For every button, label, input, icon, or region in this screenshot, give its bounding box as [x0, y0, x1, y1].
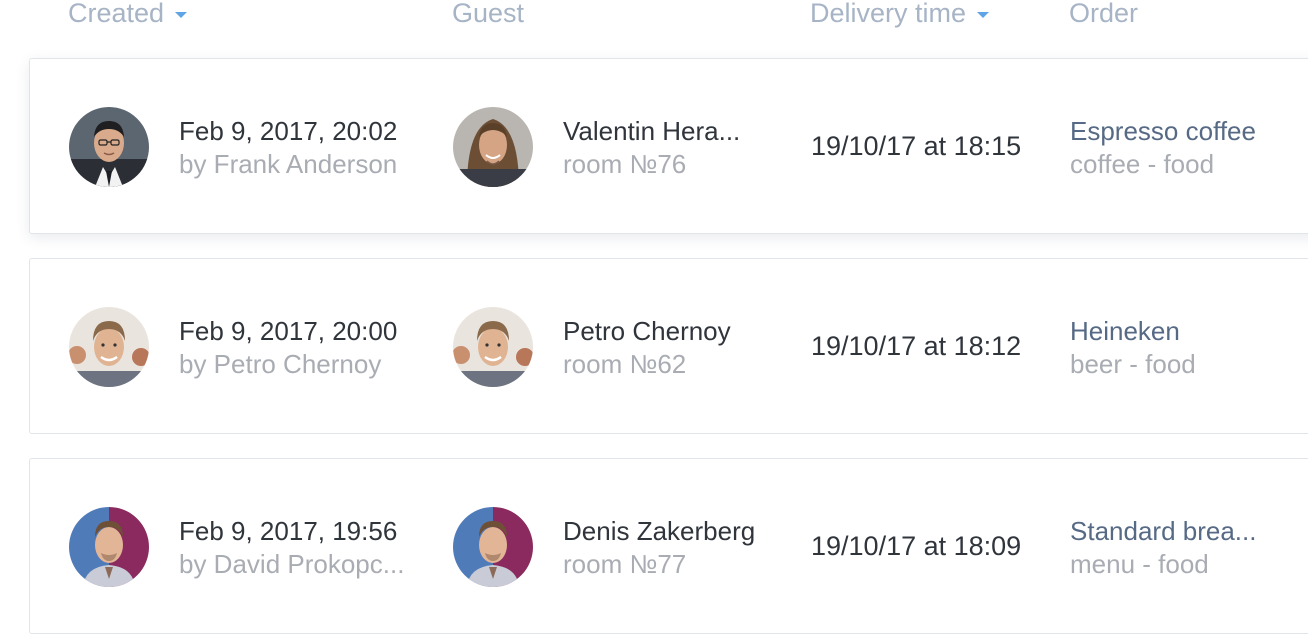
created-date: Feb 9, 2017, 20:02: [179, 116, 398, 146]
guest-room: room №77: [563, 549, 687, 579]
order-category: menu - food: [1070, 549, 1209, 579]
creator-avatar: [69, 507, 149, 587]
created-cell: Feb 9, 2017, 19:56 by David Prokopc...: [179, 515, 414, 581]
guest-avatar: [453, 107, 533, 187]
delivery-time: 19/10/17 at 18:09: [811, 531, 1022, 561]
order-category: coffee - food: [1070, 149, 1215, 179]
guest-cell: Valentin Hera... room №76: [563, 115, 763, 181]
order-item-link[interactable]: Standard brea...: [1070, 515, 1308, 548]
delivery-time: 19/10/17 at 18:12: [811, 331, 1022, 361]
column-header-guest-label: Guest: [452, 0, 525, 28]
created-date: Feb 9, 2017, 19:56: [179, 516, 398, 546]
created-by: by Frank Anderson: [179, 149, 398, 179]
order-cell: Heineken beer - food: [1070, 315, 1308, 381]
created-cell: Feb 9, 2017, 20:00 by Petro Chernoy: [179, 315, 419, 381]
sort-caret-icon[interactable]: [175, 11, 188, 18]
created-by: by David Prokopc...: [179, 549, 405, 579]
order-category: beer - food: [1070, 349, 1196, 379]
guest-room: room №76: [563, 149, 687, 179]
column-header-created-label: Created: [68, 0, 165, 28]
column-header-order-label: Order: [1069, 0, 1139, 28]
column-header-created[interactable]: Created: [68, 0, 188, 29]
table-header: Created Guest Delivery time Order: [0, 0, 1308, 40]
created-by: by Petro Chernoy: [179, 349, 382, 379]
guest-name: Denis Zakerberg: [563, 516, 756, 546]
order-item-link[interactable]: Heineken: [1070, 315, 1308, 348]
column-header-delivery-time[interactable]: Delivery time: [810, 0, 990, 29]
creator-avatar: [69, 307, 149, 387]
order-item-link[interactable]: Espresso coffee: [1070, 115, 1308, 148]
order-cell: Espresso coffee coffee - food: [1070, 115, 1308, 181]
table-row[interactable]: Feb 9, 2017, 20:02 by Frank Anderson Val…: [29, 58, 1308, 234]
table-row[interactable]: Feb 9, 2017, 19:56 by David Prokopc... D…: [29, 458, 1308, 634]
guest-cell: Petro Chernoy room №62: [563, 315, 783, 381]
sort-caret-icon[interactable]: [977, 11, 990, 18]
guest-name: Petro Chernoy: [563, 316, 731, 346]
column-header-order: Order: [1069, 0, 1138, 29]
guest-avatar: [453, 307, 533, 387]
created-date: Feb 9, 2017, 20:00: [179, 316, 398, 346]
creator-avatar: [69, 107, 149, 187]
created-cell: Feb 9, 2017, 20:02 by Frank Anderson: [179, 115, 419, 181]
table-row[interactable]: Feb 9, 2017, 20:00 by Petro Chernoy Petr…: [29, 258, 1308, 434]
guest-room: room №62: [563, 349, 687, 379]
column-header-delivery-label: Delivery time: [810, 0, 967, 28]
delivery-time: 19/10/17 at 18:15: [811, 131, 1022, 161]
guest-avatar: [453, 507, 533, 587]
order-cell: Standard brea... menu - food: [1070, 515, 1308, 581]
guest-cell: Denis Zakerberg room №77: [563, 515, 783, 581]
guest-name: Valentin Hera...: [563, 116, 741, 146]
column-header-guest: Guest: [452, 0, 524, 29]
